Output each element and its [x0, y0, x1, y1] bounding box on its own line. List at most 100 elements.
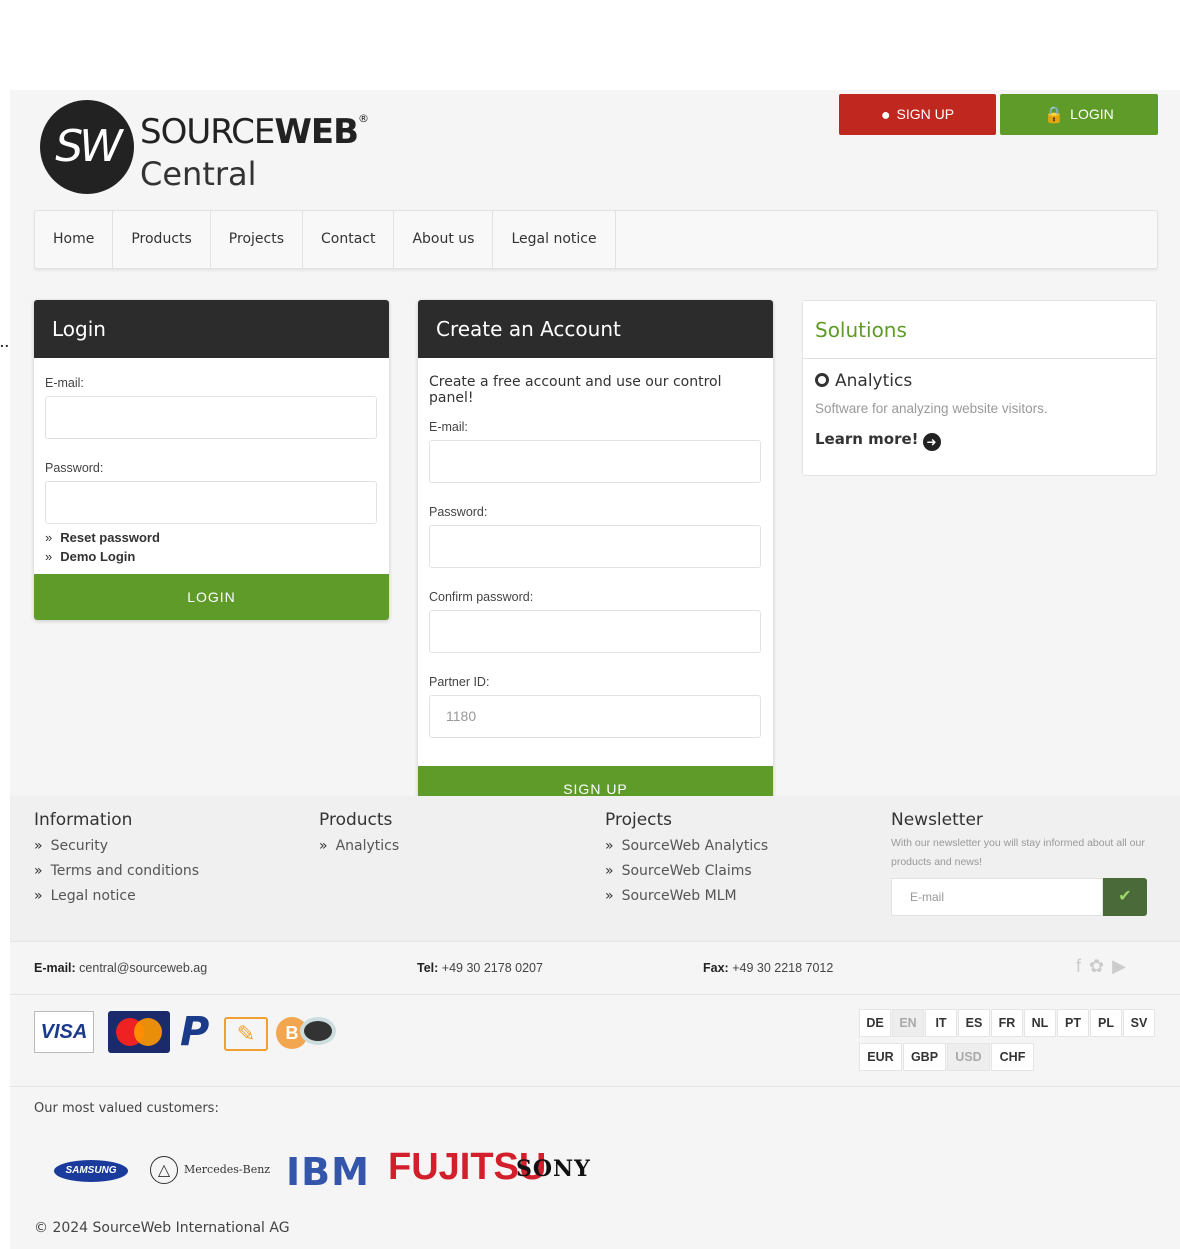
footer-link-security[interactable]: » Security: [34, 838, 199, 854]
nav-item-products[interactable]: Products: [113, 211, 211, 268]
double-chevron-icon: »: [34, 863, 43, 879]
footer-newsletter: Newsletter With our newsletter you will …: [891, 810, 1147, 916]
newsletter-text: With our newsletter you will stay inform…: [891, 837, 1145, 868]
solutions-panel: Solutions Analytics Software for analyzi…: [802, 300, 1157, 476]
payment-language-row: VISA P ✎ B DE EN IT ES FR NL PT PL SV EU…: [10, 995, 1180, 1087]
lock-icon: 🔒: [1044, 107, 1065, 124]
lang-es[interactable]: ES: [958, 1009, 990, 1037]
lang-it[interactable]: IT: [925, 1009, 957, 1037]
footer-projects: Projects » SourceWeb Analytics » SourceWeb…: [605, 810, 768, 913]
footer-link-legal-notice[interactable]: » Legal notice: [34, 888, 199, 904]
create-account-panel: Create an Account Create a free account …: [418, 300, 773, 812]
sony-logo: SONY: [516, 1156, 591, 1182]
customers-label: Our most valued customers:: [34, 1101, 219, 1116]
contact-tel: Tel: +49 30 2178 0207: [417, 961, 543, 975]
solution-item-title: Analytics: [815, 371, 1144, 391]
circle-icon: [815, 373, 829, 387]
twitter-icon[interactable]: ✿: [1089, 956, 1112, 976]
logo-title: SOURCEWEB®: [140, 112, 369, 152]
footer-projects-title: Projects: [605, 810, 673, 830]
confirm-password-label: Confirm password:: [429, 590, 534, 604]
nav-item-legal-notice[interactable]: Legal notice: [493, 211, 616, 268]
partner-id-field[interactable]: 1180: [429, 695, 761, 738]
ibm-logo: IBM: [286, 1150, 370, 1194]
logo-mark: SW: [40, 100, 134, 194]
mercedes-logo: △ Mercedes-Benz: [150, 1156, 270, 1184]
lang-pl[interactable]: PL: [1090, 1009, 1122, 1037]
login-panel-title: Login: [34, 300, 389, 358]
facebook-icon[interactable]: f: [1076, 956, 1089, 976]
youtube-icon[interactable]: ▶: [1112, 956, 1134, 976]
demo-login-link[interactable]: » Demo Login: [45, 549, 378, 564]
reset-password-link[interactable]: » Reset password: [45, 530, 378, 545]
mastercard-logo: [108, 1011, 170, 1053]
double-chevron-icon: »: [45, 549, 53, 564]
lang-nl[interactable]: NL: [1024, 1009, 1056, 1037]
mercedes-star-icon: △: [150, 1156, 178, 1184]
contact-fax: Fax: +49 30 2218 7012: [703, 961, 834, 975]
footer-link-sourceweb-mlm[interactable]: » SourceWeb MLM: [605, 888, 768, 904]
create-email-field[interactable]: [429, 440, 761, 483]
currency-usd[interactable]: USD: [947, 1043, 990, 1071]
footer-link-analytics[interactable]: » Analytics: [319, 838, 399, 854]
login-password-label: Password:: [45, 461, 104, 475]
solution-item-description: Software for analyzing website visitors.: [815, 401, 1048, 416]
currency-eur[interactable]: EUR: [859, 1043, 902, 1071]
newsletter-form: E-mail ✔: [891, 878, 1147, 916]
footer-link-terms[interactable]: » Terms and conditions: [34, 863, 199, 879]
signup-button[interactable]: ● SIGN UP: [839, 94, 996, 135]
lang-pt[interactable]: PT: [1057, 1009, 1089, 1037]
solutions-title: Solutions: [803, 301, 1156, 359]
contact-row: E-mail: central@sourceweb.ag Tel: +49 30…: [10, 941, 1180, 995]
logo[interactable]: SW SOURCEWEB® Central: [40, 100, 369, 196]
login-password-field[interactable]: [45, 481, 377, 524]
footer-link-sourceweb-claims[interactable]: » SourceWeb Claims: [605, 863, 768, 879]
footer: Information » Security » Terms and conditi…: [10, 796, 1180, 941]
visa-logo: VISA: [34, 1011, 94, 1053]
bitcoin-logo: B: [276, 1011, 338, 1053]
currency-chf[interactable]: CHF: [991, 1043, 1034, 1071]
copyright: © 2024 SourceWeb International AG: [34, 1220, 290, 1236]
footer-link-sourceweb-analytics[interactable]: » SourceWeb Analytics: [605, 838, 768, 854]
newsletter-email-input[interactable]: E-mail: [891, 878, 1103, 916]
logo-subtitle: Central: [140, 155, 257, 193]
login-button[interactable]: 🔒 LOGIN: [1000, 94, 1158, 135]
create-password-field[interactable]: [429, 525, 761, 568]
double-chevron-icon: »: [605, 863, 614, 879]
language-selector: DE EN IT ES FR NL PT PL SV: [859, 1009, 1156, 1037]
lang-sv[interactable]: SV: [1123, 1009, 1155, 1037]
social-links: f✿▶: [1076, 956, 1134, 977]
samsung-logo: SAMSUNG: [54, 1160, 128, 1182]
login-email-label: E-mail:: [45, 376, 84, 390]
user-icon: ●: [880, 107, 891, 124]
double-chevron-icon: »: [34, 888, 43, 904]
nav-item-projects[interactable]: Projects: [211, 211, 303, 268]
partner-id-label: Partner ID:: [429, 675, 490, 689]
check-icon: ✔: [1118, 888, 1132, 905]
page-container: SW SOURCEWEB® Central ● SIGN UP 🔒 LOGIN Ho…: [10, 90, 1180, 1249]
confirm-password-field[interactable]: [429, 610, 761, 653]
footer-information-title: Information: [34, 810, 133, 830]
create-email-label: E-mail:: [429, 420, 468, 434]
login-submit-button[interactable]: LOGIN: [34, 574, 389, 620]
footer-information: Information » Security » Terms and conditi…: [34, 810, 199, 913]
check-payment-icon: ✎: [224, 1017, 268, 1051]
nav-item-about-us[interactable]: About us: [394, 211, 494, 268]
nav-item-home[interactable]: Home: [35, 211, 114, 268]
learn-more-link[interactable]: Learn more! ➜: [815, 430, 1144, 451]
lang-de[interactable]: DE: [859, 1009, 891, 1037]
currency-gbp[interactable]: GBP: [903, 1043, 946, 1071]
newsletter-submit-button[interactable]: ✔: [1103, 878, 1147, 916]
footer-products: Products » Analytics: [319, 810, 399, 863]
currency-selector: EUR GBP USD CHF: [859, 1043, 1035, 1071]
nav-item-contact[interactable]: Contact: [303, 211, 395, 268]
login-panel: Login E-mail: Password: » Reset password …: [34, 300, 389, 620]
create-account-intro: Create a free account and use our contro…: [429, 374, 722, 406]
lang-fr[interactable]: FR: [991, 1009, 1023, 1037]
lang-en[interactable]: EN: [892, 1009, 924, 1037]
double-chevron-icon: »: [34, 838, 43, 854]
main-nav: Home Products Projects Contact About us …: [34, 210, 1158, 269]
login-email-field[interactable]: [45, 396, 377, 439]
create-password-label: Password:: [429, 505, 488, 519]
footer-products-title: Products: [319, 810, 393, 830]
